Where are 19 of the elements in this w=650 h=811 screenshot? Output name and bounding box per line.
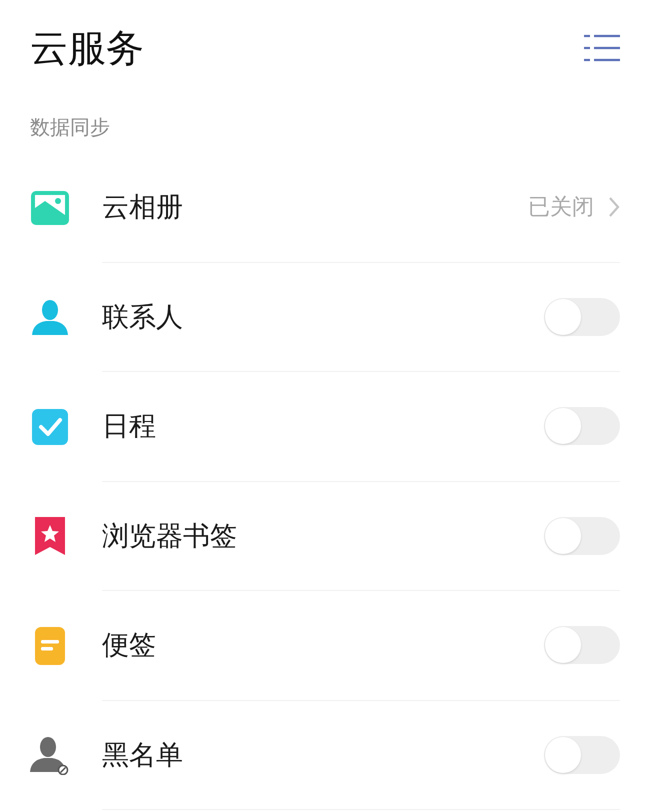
setting-label: 日程	[102, 410, 157, 444]
section-label: 数据同步	[29, 114, 111, 141]
checkbox-icon	[30, 406, 70, 447]
status-text: 已关闭	[528, 194, 594, 222]
toggle-switch[interactable]	[544, 407, 620, 446]
toggle-switch[interactable]	[544, 736, 620, 774]
toggle-switch[interactable]	[544, 516, 620, 555]
person-icon	[30, 297, 70, 338]
blocked-person-icon	[30, 735, 70, 776]
setting-label: 联系人	[102, 300, 184, 335]
menu-icon[interactable]	[584, 33, 620, 63]
setting-label: 黑名单	[102, 738, 184, 773]
setting-label: 便签	[102, 629, 157, 664]
chevron-icon[interactable]	[608, 196, 620, 218]
page-title: 云服务	[30, 24, 144, 72]
toggle-switch[interactable]	[544, 298, 620, 336]
setting-label: 云相册	[102, 191, 184, 226]
setting-label: 浏览器书签	[102, 520, 238, 554]
toggle-switch[interactable]	[544, 626, 620, 664]
